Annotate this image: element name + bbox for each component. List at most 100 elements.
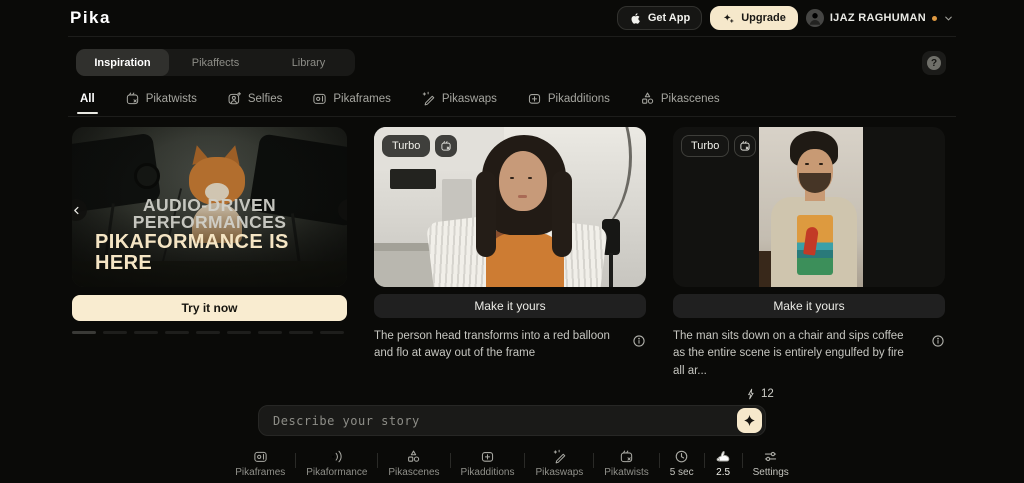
filter-all[interactable]: All bbox=[77, 92, 98, 114]
tab-segmented-control: Inspiration Pikaffects Library bbox=[76, 49, 355, 76]
description-row: The man sits down on a chair and sips co… bbox=[673, 328, 945, 380]
tool-label: Pikascenes bbox=[388, 467, 440, 478]
promo-card: AUDIO-DRIVEN PERFORMANCES PIKAFORMANCE I… bbox=[72, 127, 347, 400]
tool-label: Pikatwists bbox=[604, 467, 649, 478]
make-it-yours-button[interactable]: Make it yours bbox=[673, 294, 945, 318]
badges-row: Turbo bbox=[382, 135, 458, 157]
filter-pikadditions[interactable]: Pikadditions bbox=[527, 91, 610, 106]
tool-pikatwists[interactable]: Pikatwists bbox=[594, 447, 658, 480]
main-content: Inspiration Pikaffects Library ? All Pik… bbox=[68, 36, 956, 483]
eyes-3 bbox=[805, 163, 809, 165]
filter-pikadditions-label: Pikadditions bbox=[547, 92, 610, 105]
top-bar: Pika Get App Upgrade IJAZ RAGHUMAN bbox=[0, 0, 1024, 36]
duration-selector[interactable]: 5 sec bbox=[660, 447, 704, 480]
settings-button[interactable]: Settings bbox=[743, 447, 799, 480]
filter-pikascenes[interactable]: Pikascenes bbox=[640, 91, 720, 106]
filter-all-label: All bbox=[80, 92, 95, 105]
credits-value: 12 bbox=[761, 387, 774, 400]
tool-pikaframes[interactable]: Pikaframes bbox=[225, 447, 295, 480]
carousel-dot[interactable] bbox=[134, 331, 158, 334]
tab-bar: Inspiration Pikaffects Library ? bbox=[68, 37, 956, 76]
filter-pikaswaps[interactable]: Pikaswaps bbox=[421, 91, 497, 106]
make-it-yours-button[interactable]: Make it yours bbox=[374, 294, 646, 318]
carousel-progress-dots[interactable] bbox=[72, 331, 347, 334]
credits-cost: 12 bbox=[745, 388, 945, 400]
header-actions: Get App Upgrade IJAZ RAGHUMAN bbox=[616, 6, 954, 30]
hair-lock-right bbox=[552, 171, 572, 257]
tool-pikadditions[interactable]: Pikadditions bbox=[451, 447, 525, 480]
pikascenes-icon bbox=[406, 449, 421, 464]
pikadditions-icon bbox=[527, 91, 542, 106]
pikaframes-icon bbox=[253, 449, 268, 464]
carousel-dot[interactable] bbox=[227, 331, 251, 334]
carousel-dot[interactable] bbox=[258, 331, 282, 334]
tool-pikaformance[interactable]: Pikaformance bbox=[296, 447, 377, 480]
pikatwists-badge-icon bbox=[435, 135, 458, 157]
filter-pikaswaps-label: Pikaswaps bbox=[441, 92, 497, 105]
filter-selfies-label: Selfies bbox=[247, 92, 283, 105]
filter-pikaframes-label: Pikaframes bbox=[333, 92, 391, 105]
upgrade-button[interactable]: Upgrade bbox=[710, 6, 798, 30]
user-menu[interactable]: IJAZ RAGHUMAN bbox=[805, 9, 954, 27]
example-card-1: Turbo Make it yours The person head tran… bbox=[374, 127, 646, 400]
notification-dot bbox=[932, 15, 937, 21]
tab-library[interactable]: Library bbox=[262, 49, 355, 76]
settings-label: Settings bbox=[752, 467, 789, 478]
pikaswaps-icon bbox=[421, 91, 436, 106]
example-video-1[interactable]: Turbo bbox=[374, 127, 646, 287]
carousel-dot[interactable] bbox=[103, 331, 127, 334]
carousel-dot[interactable] bbox=[72, 331, 96, 334]
carousel-dot[interactable] bbox=[165, 331, 189, 334]
get-app-button[interactable]: Get App bbox=[616, 6, 703, 30]
filter-pikatwists[interactable]: Pikatwists bbox=[125, 91, 197, 106]
sliders-icon bbox=[763, 449, 778, 464]
story-prompt-input[interactable] bbox=[259, 413, 711, 428]
tool-label: Pikadditions bbox=[460, 467, 515, 478]
duration-label: 5 sec bbox=[669, 467, 694, 478]
carousel-dot[interactable] bbox=[289, 331, 313, 334]
pikaswaps-icon bbox=[552, 449, 567, 464]
tab-inspiration[interactable]: Inspiration bbox=[76, 49, 169, 76]
info-icon[interactable] bbox=[931, 334, 945, 348]
turbo-badge: Turbo bbox=[382, 135, 431, 157]
floor-lamp-pole bbox=[609, 253, 613, 287]
description-row: The person head transforms into a red ba… bbox=[374, 328, 646, 363]
pikatwists-badge-icon bbox=[734, 135, 757, 157]
filter-selfies[interactable]: Selfies bbox=[227, 91, 283, 106]
carousel-dot[interactable] bbox=[196, 331, 220, 334]
info-icon[interactable] bbox=[632, 334, 646, 348]
example-card-2: Turbo Make it yours The man sits down on… bbox=[673, 127, 945, 400]
pika-logo[interactable]: Pika bbox=[70, 8, 111, 28]
promo-headline-line2: PERFORMANCES bbox=[132, 212, 287, 233]
example-description: The man sits down on a chair and sips co… bbox=[673, 330, 904, 377]
example-video-2[interactable]: Turbo bbox=[673, 127, 945, 287]
tool-pikaswaps[interactable]: Pikaswaps bbox=[525, 447, 593, 480]
help-button[interactable]: ? bbox=[922, 51, 946, 75]
selfies-icon bbox=[227, 91, 242, 106]
tab-pikaffects[interactable]: Pikaffects bbox=[169, 49, 262, 76]
promo-video-thumbnail[interactable]: AUDIO-DRIVEN PERFORMANCES PIKAFORMANCE I… bbox=[72, 127, 347, 287]
add-image-button[interactable] bbox=[711, 413, 727, 429]
question-mark-icon: ? bbox=[927, 56, 941, 70]
apple-icon bbox=[629, 12, 642, 25]
model-selector[interactable]: 2.5 bbox=[705, 447, 742, 480]
tool-label: Pikaformance bbox=[306, 467, 368, 478]
promo-headline: AUDIO-DRIVEN PERFORMANCES PIKAFORMANCE I… bbox=[72, 196, 347, 273]
pikaframes-icon bbox=[312, 91, 327, 106]
generate-button[interactable] bbox=[737, 408, 762, 433]
pikaformance-icon bbox=[329, 449, 344, 464]
try-it-now-button[interactable]: Try it now bbox=[72, 295, 347, 321]
get-app-label: Get App bbox=[647, 12, 691, 24]
filter-divider bbox=[68, 116, 956, 117]
filter-pikatwists-label: Pikatwists bbox=[145, 92, 197, 105]
example-description: The person head transforms into a red ba… bbox=[374, 330, 610, 360]
carousel-dot[interactable] bbox=[320, 331, 344, 334]
prompt-bar bbox=[258, 405, 766, 436]
pikatwists-icon bbox=[619, 449, 634, 464]
model-label: 2.5 bbox=[716, 467, 731, 478]
lips bbox=[518, 195, 527, 198]
filter-pikaframes[interactable]: Pikaframes bbox=[312, 91, 391, 106]
tool-pikascenes[interactable]: Pikascenes bbox=[378, 447, 449, 480]
user-name: IJAZ RAGHUMAN bbox=[829, 12, 926, 24]
bottom-toolbar: Pikaframes Pikaformance Pikascenes Pikad… bbox=[68, 447, 956, 480]
